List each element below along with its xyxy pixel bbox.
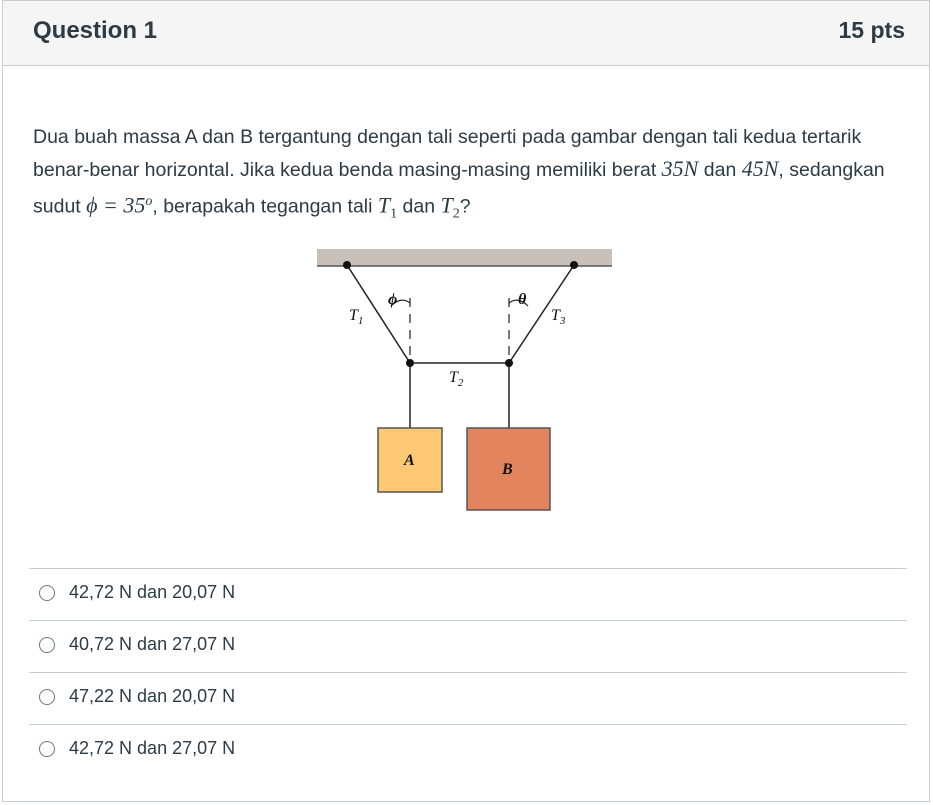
label-b: B (501, 461, 513, 478)
question-header: Question 1 15 pts (3, 1, 929, 66)
answer-label[interactable]: 42,72 N dan 27,07 N (69, 738, 235, 759)
ceiling (317, 249, 612, 266)
label-t1-sub: 1 (358, 315, 364, 327)
knot-left (406, 359, 414, 367)
answer-option[interactable]: 42,72 N dan 27,07 N (29, 724, 907, 776)
weight-a: 35N (661, 156, 699, 181)
label-t3-sub: 3 (559, 315, 566, 327)
tension-t2: T (440, 192, 453, 218)
question-points: 15 pts (838, 17, 905, 43)
question-text: Dua buah massa A dan B tergantung dengan… (33, 121, 903, 230)
question-text-part: , berapakah tegangan tali (152, 195, 378, 218)
radio-button[interactable] (39, 741, 55, 757)
answer-option[interactable]: 40,72 N dan 27,07 N (29, 620, 907, 672)
tension-t1: T (377, 192, 391, 218)
question-text-part: ? (459, 195, 471, 218)
question-title: Question 1 (33, 17, 158, 44)
answer-label[interactable]: 47,22 N dan 20,07 N (69, 686, 235, 707)
answer-label[interactable]: 40,72 N dan 27,07 N (69, 634, 235, 655)
label-phi: ϕ (388, 291, 397, 308)
label-t2-sub: 2 (458, 377, 464, 389)
answer-option[interactable]: 47,22 N dan 20,07 N (29, 672, 907, 724)
radio-button[interactable] (39, 637, 55, 653)
tension-t2-sub: 2 (452, 206, 460, 222)
label-t3: T3 (551, 307, 566, 327)
radio-button[interactable] (39, 689, 55, 705)
rope-t3 (508, 264, 575, 364)
question-text-part: dan (698, 159, 742, 181)
anchor-left (343, 261, 351, 269)
question-text-part: dan (397, 195, 441, 218)
radio-button[interactable] (39, 585, 55, 601)
question-card: Question 1 15 pts Dua buah massa A dan B… (2, 0, 930, 802)
anchor-right (570, 261, 578, 269)
label-t1: T1 (349, 307, 363, 327)
answer-option[interactable]: 42,72 N dan 20,07 N (29, 568, 907, 620)
label-theta: θ (518, 291, 527, 308)
physics-diagram: ϕ θ T1 T3 T2 A B (317, 249, 612, 511)
weight-b: 45N (741, 156, 779, 181)
answer-list: 42,72 N dan 20,07 N 40,72 N dan 27,07 N … (29, 568, 907, 776)
answer-label[interactable]: 42,72 N dan 20,07 N (69, 582, 235, 603)
angle-equation: ϕ = 35 (86, 192, 146, 218)
label-t2: T2 (449, 369, 464, 389)
knot-right (505, 359, 513, 367)
label-a: A (403, 452, 415, 469)
